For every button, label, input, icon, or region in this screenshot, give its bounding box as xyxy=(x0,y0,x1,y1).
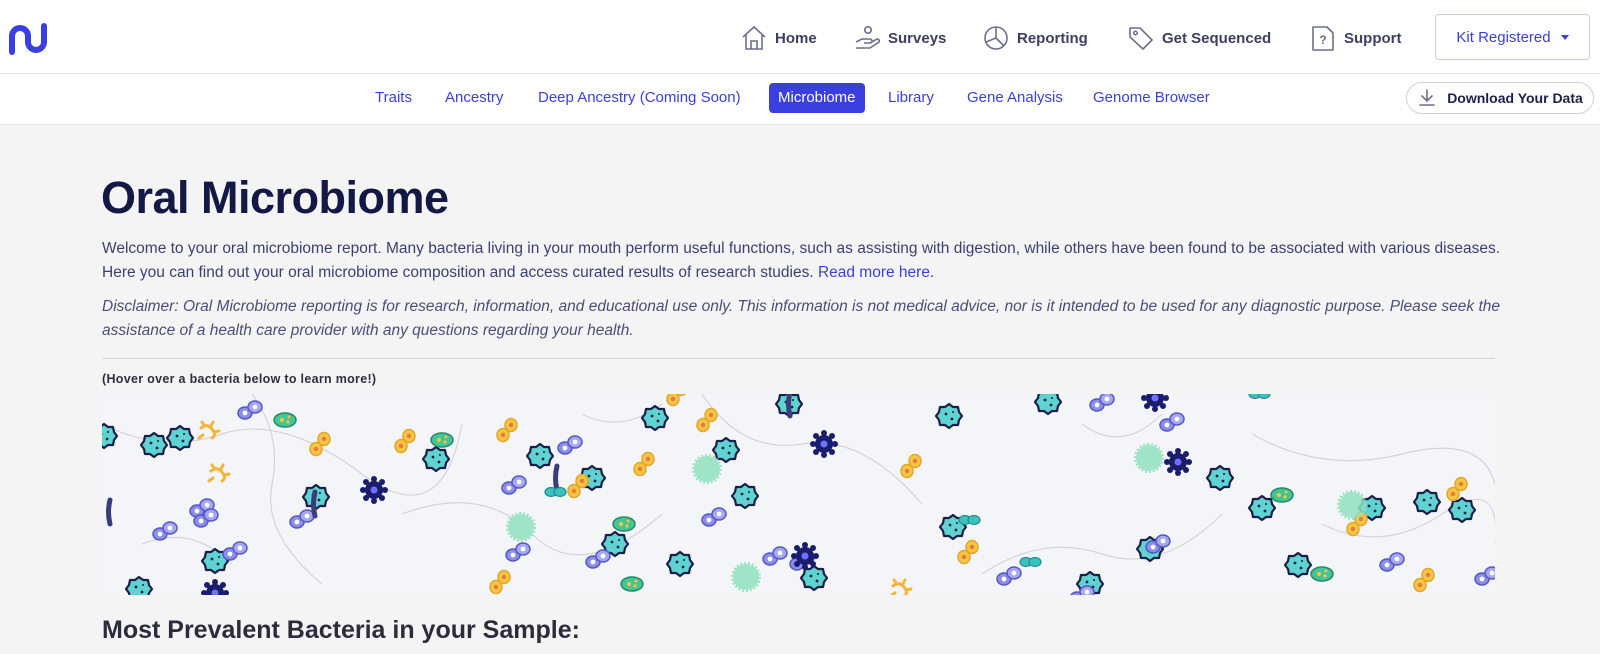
bacteria-visualization[interactable] xyxy=(102,394,1495,595)
home-icon xyxy=(742,25,766,50)
kit-registered-dropdown[interactable]: Kit Registered xyxy=(1435,14,1590,60)
nav-home-label: Home xyxy=(775,29,817,47)
download-data-label: Download Your Data xyxy=(1447,90,1583,106)
page-title: Oral Microbiome xyxy=(101,172,449,223)
download-icon xyxy=(1419,89,1435,106)
tab-genome-browser[interactable]: Genome Browser xyxy=(1084,83,1219,113)
tab-library[interactable]: Library xyxy=(879,83,943,113)
nav-surveys[interactable]: Surveys xyxy=(853,22,946,54)
pie-chart-icon xyxy=(984,26,1008,50)
kit-registered-label: Kit Registered xyxy=(1456,28,1551,46)
nav-support[interactable]: ? Support xyxy=(1309,22,1402,54)
disclaimer-text: Disclaimer: Oral Microbiome reporting is… xyxy=(102,298,1500,339)
intro-body: Welcome to your oral microbiome report. … xyxy=(102,240,1500,281)
download-data-button[interactable]: Download Your Data xyxy=(1406,82,1594,114)
hover-hint: (Hover over a bacteria below to learn mo… xyxy=(102,372,377,386)
tab-deep-ancestry[interactable]: Deep Ancestry (Coming Soon) xyxy=(529,83,750,113)
tab-gene-analysis[interactable]: Gene Analysis xyxy=(958,83,1072,113)
divider xyxy=(102,358,1495,359)
read-more-link[interactable]: Read more here xyxy=(818,264,930,281)
caret-down-icon xyxy=(1560,34,1569,40)
svg-text:?: ? xyxy=(1319,33,1326,47)
hand-icon xyxy=(855,25,881,49)
nav-reporting-label: Reporting xyxy=(1017,29,1088,47)
brand-logo[interactable] xyxy=(8,22,48,56)
nav-surveys-label: Surveys xyxy=(888,29,947,47)
intro-text: Welcome to your oral microbiome report. … xyxy=(102,240,1500,281)
nav-home[interactable]: Home xyxy=(740,22,817,54)
help-icon: ? xyxy=(1312,26,1334,51)
nav-get-sequenced-label: Get Sequenced xyxy=(1162,29,1272,47)
prevalent-bacteria-heading: Most Prevalent Bacteria in your Sample: xyxy=(102,616,580,644)
tag-icon xyxy=(1129,27,1153,50)
nav-reporting[interactable]: Reporting xyxy=(982,22,1088,54)
nav-get-sequenced[interactable]: Get Sequenced xyxy=(1127,22,1271,54)
tab-ancestry[interactable]: Ancestry xyxy=(436,83,512,113)
top-navbar: Home Surveys Reporting Get Sequenced ? S… xyxy=(0,0,1600,74)
tab-traits[interactable]: Traits xyxy=(366,83,421,113)
sub-navbar: Traits Ancestry Deep Ancestry (Coming So… xyxy=(0,74,1600,125)
nav-support-label: Support xyxy=(1344,29,1402,47)
tab-microbiome[interactable]: Microbiome xyxy=(769,83,865,113)
